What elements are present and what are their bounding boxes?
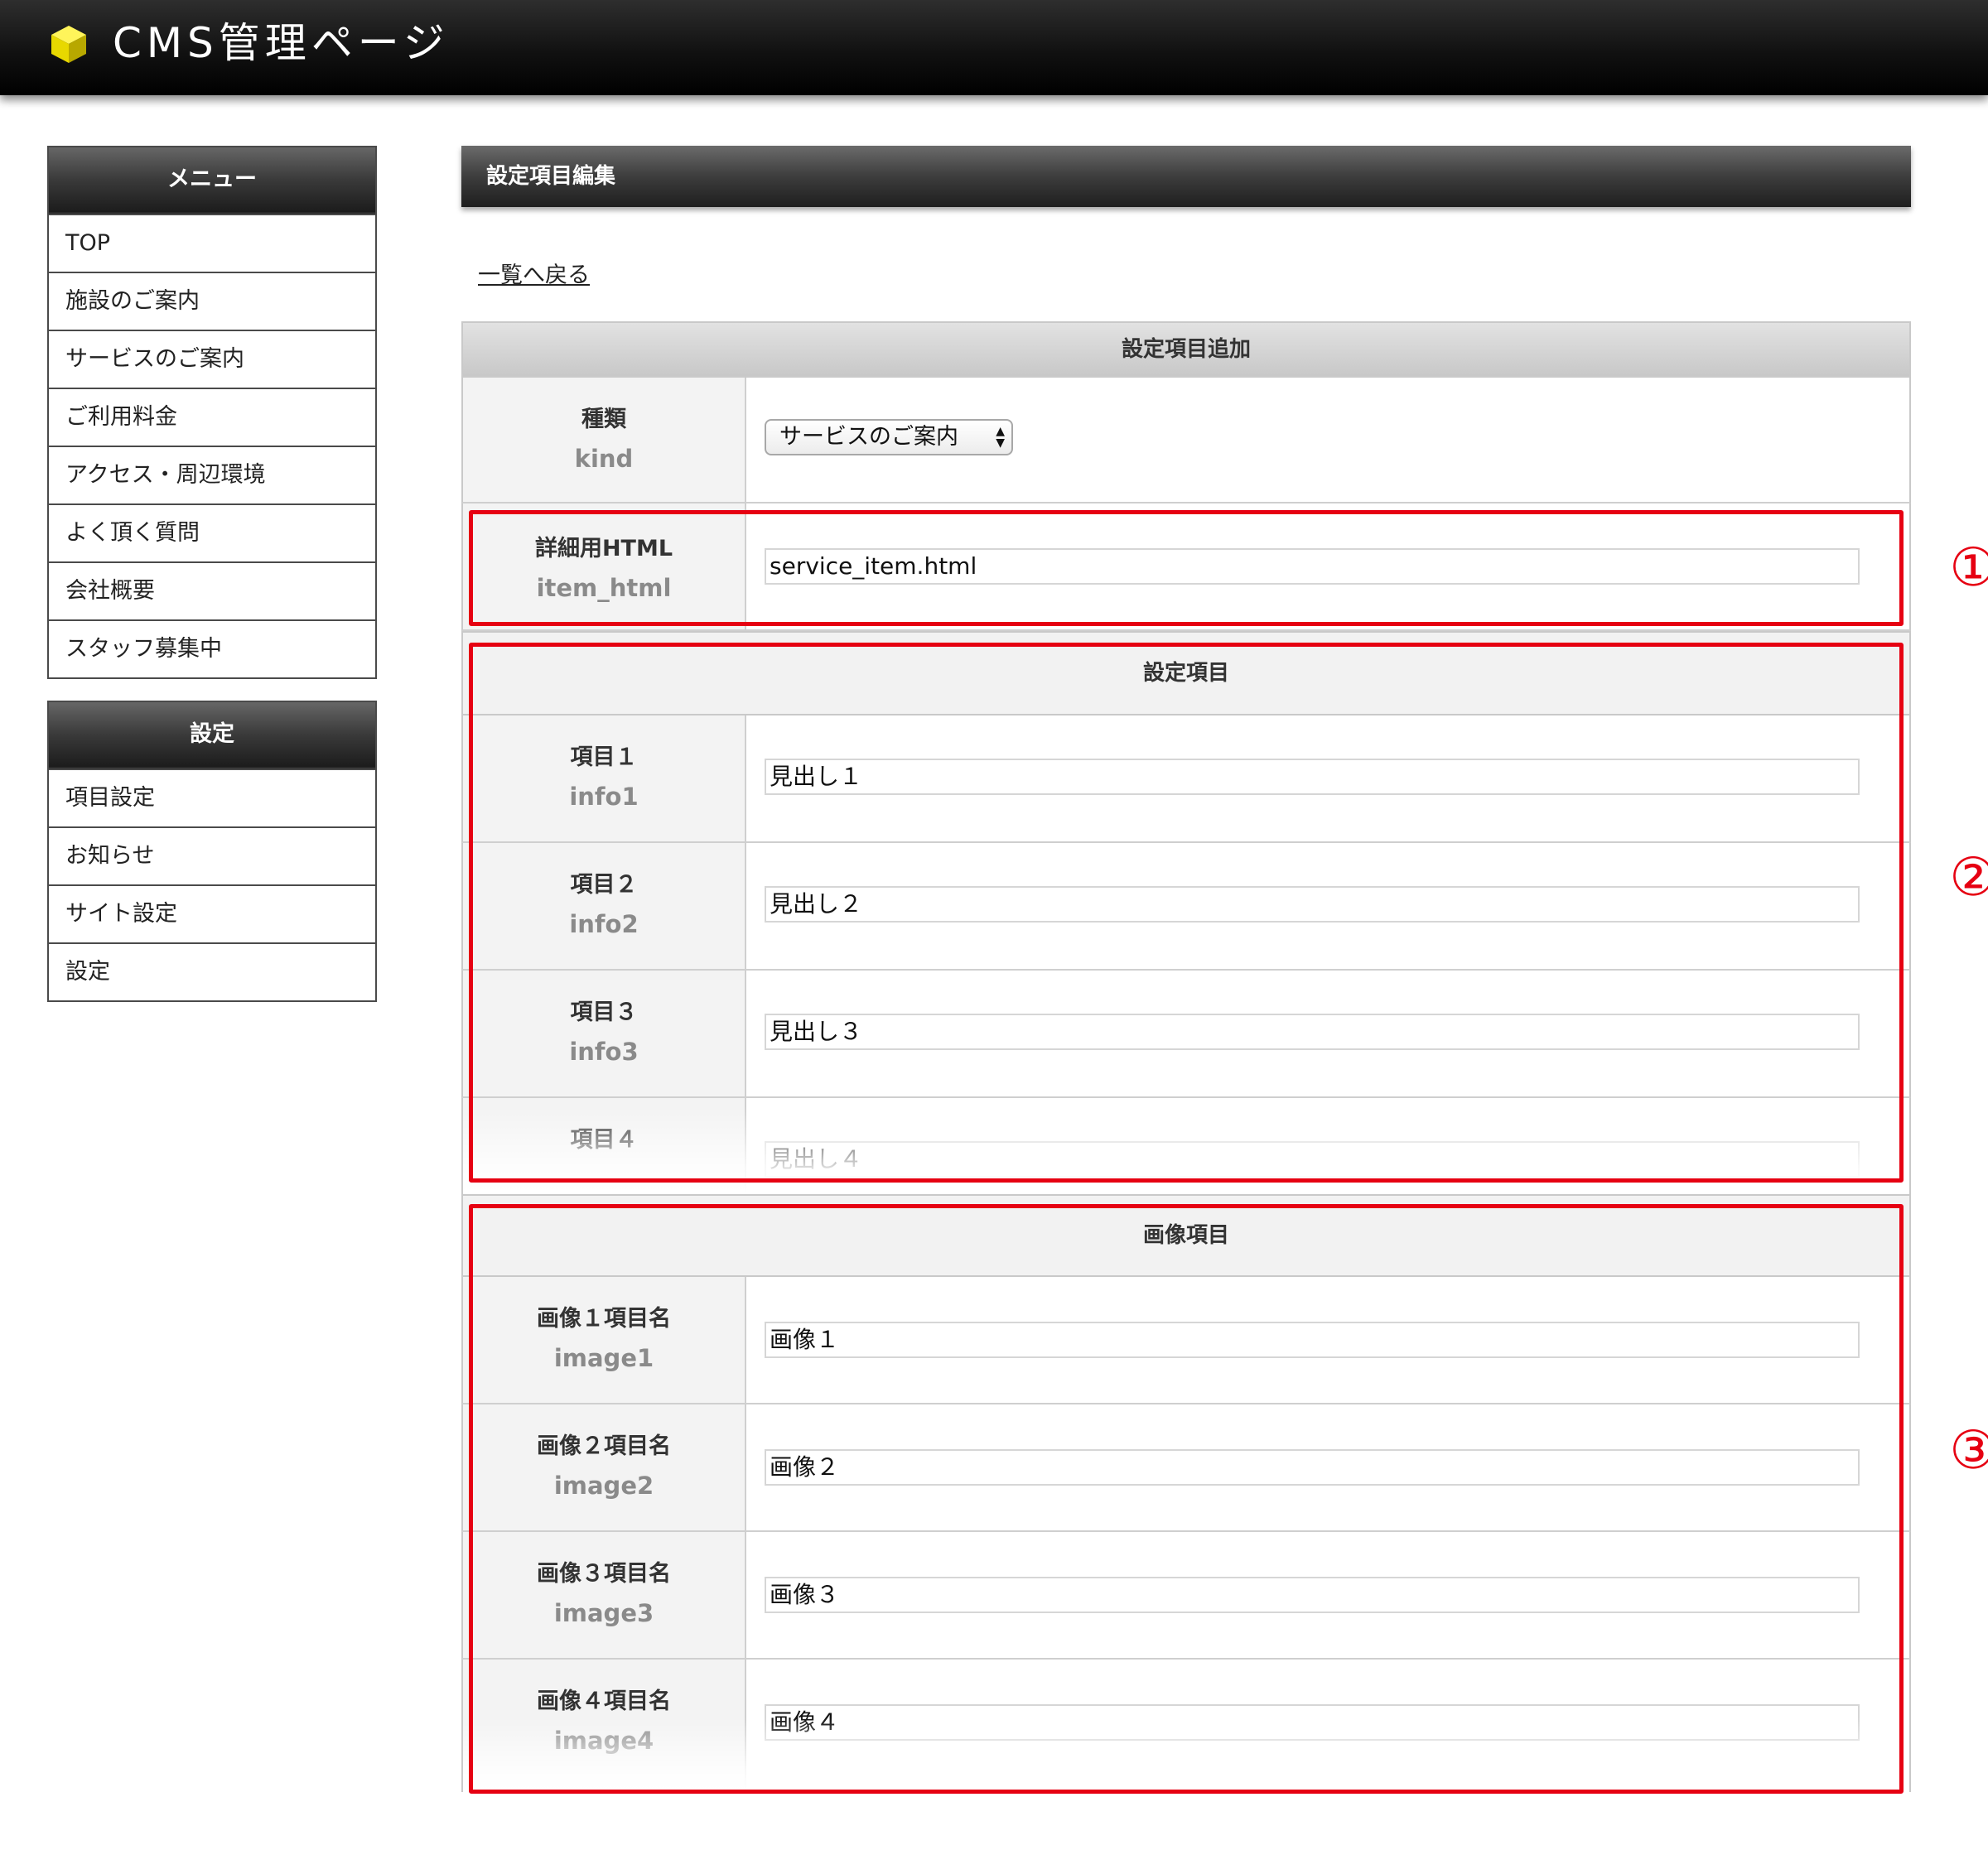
- field-label: 画像２項目名: [537, 1433, 671, 1459]
- kind-select-value: サービスのご案内: [779, 424, 958, 450]
- field-key: image1: [553, 1344, 654, 1372]
- sidebar-item-facility[interactable]: 施設のご案内: [49, 272, 375, 330]
- form-label-cell: 画像２項目名 image2: [463, 1404, 746, 1530]
- field-key: image4: [553, 1727, 654, 1755]
- form-value-cell: 見出し１: [746, 715, 1909, 841]
- annotation-marker-3: ③: [1949, 1420, 1988, 1481]
- sidebar-item-company[interactable]: 会社概要: [49, 561, 375, 619]
- field-key: kind: [574, 445, 634, 473]
- form-value-cell: 画像４: [746, 1660, 1909, 1792]
- sidebar-item-settings[interactable]: 設定: [49, 942, 375, 1000]
- form-label-cell: 詳細用HTML item_html: [463, 503, 746, 629]
- form-label-cell: 項目３ info3: [463, 971, 746, 1096]
- field-label: 画像３項目名: [537, 1561, 671, 1587]
- form-value-cell: 画像２: [746, 1404, 1909, 1530]
- sidebar-item-access[interactable]: アクセス・周辺環境: [49, 446, 375, 503]
- form-value-cell: 画像１: [746, 1277, 1909, 1403]
- sidebar-item-top[interactable]: TOP: [49, 214, 375, 272]
- field-label: 項目４: [570, 1127, 638, 1153]
- app-header: CMS管理ページ: [0, 0, 1988, 95]
- field-key: info3: [569, 1038, 639, 1066]
- back-to-list-link[interactable]: 一覧へ戻る: [478, 257, 590, 289]
- form-row-info1: 項目１ info1 見出し１: [461, 715, 1911, 843]
- form-label-cell: 種類 kind: [463, 378, 746, 502]
- form-label-cell: 画像３項目名 image3: [463, 1532, 746, 1658]
- yellow-cube-icon: [51, 26, 86, 63]
- form-label-cell: 画像４項目名 image4: [463, 1660, 746, 1792]
- form-title: 設定項目追加: [461, 321, 1911, 378]
- field-label: 画像４項目名: [537, 1689, 671, 1714]
- form-row-image1: 画像１項目名 image1 画像１: [461, 1277, 1911, 1404]
- page-title: 設定項目編集: [461, 146, 1911, 207]
- form-label-cell: 項目２ info2: [463, 843, 746, 969]
- field-label: 画像１項目名: [537, 1306, 671, 1332]
- form-value-cell: 画像３: [746, 1532, 1909, 1658]
- form-row-image4: 画像４項目名 image4 画像４: [461, 1660, 1911, 1792]
- form-row-image3: 画像３項目名 image3 画像３: [461, 1532, 1911, 1660]
- form-label-cell: 項目１ info1: [463, 715, 746, 841]
- field-label: 項目１: [570, 744, 638, 770]
- image4-input[interactable]: 画像４: [765, 1704, 1860, 1741]
- form-label-cell: 画像１項目名 image1: [463, 1277, 746, 1403]
- sidebar-settings: 設定 項目設定 お知らせ サイト設定 設定: [47, 701, 377, 1002]
- form-row-image2: 画像２項目名 image2 画像２: [461, 1404, 1911, 1532]
- image2-input[interactable]: 画像２: [765, 1449, 1860, 1486]
- form-value-cell: 見出し４: [746, 1098, 1909, 1194]
- image1-input[interactable]: 画像１: [765, 1322, 1860, 1358]
- form-row-info3: 項目３ info3 見出し３: [461, 971, 1911, 1098]
- image-section-title: 画像項目: [461, 1194, 1911, 1277]
- form-row-kind: 種類 kind サービスのご案内 ▲ ▼: [461, 378, 1911, 503]
- field-label: 種類: [581, 407, 626, 432]
- sidebar-item-faq[interactable]: よく頂く質問: [49, 503, 375, 561]
- sidebar-item-site-settings[interactable]: サイト設定: [49, 884, 375, 942]
- field-label: 詳細用HTML: [534, 536, 673, 561]
- info3-input[interactable]: 見出し３: [765, 1014, 1860, 1050]
- field-key: info2: [569, 910, 639, 938]
- kind-select[interactable]: サービスのご案内 ▲ ▼: [765, 419, 1013, 455]
- field-key: image3: [553, 1599, 654, 1627]
- sidebar-item-recruit[interactable]: スタッフ募集中: [49, 619, 375, 677]
- info2-input[interactable]: 見出し２: [765, 886, 1860, 923]
- form-row-info4: 項目４ 見出し４: [461, 1098, 1911, 1194]
- settings-section-title: 設定項目: [461, 631, 1911, 715]
- field-label: 項目２: [570, 872, 638, 898]
- form-value-cell: サービスのご案内 ▲ ▼: [746, 378, 1909, 502]
- sidebar-settings-heading: 設定: [49, 702, 375, 768]
- form-value-cell: 見出し２: [746, 843, 1909, 969]
- sidebar-item-news[interactable]: お知らせ: [49, 826, 375, 884]
- form-row-item-html: 詳細用HTML item_html service_item.html: [461, 503, 1911, 631]
- annotation-marker-2: ②: [1949, 847, 1988, 908]
- image3-input[interactable]: 画像３: [765, 1577, 1860, 1613]
- info1-input[interactable]: 見出し１: [765, 759, 1860, 795]
- info4-input[interactable]: 見出し４: [765, 1141, 1860, 1178]
- sidebar-menu-heading: メニュー: [49, 147, 375, 214]
- annotation-marker-1: ①: [1949, 537, 1988, 599]
- form-label-cell: 項目４: [463, 1098, 746, 1194]
- form-value-cell: 見出し３: [746, 971, 1909, 1096]
- field-key: info1: [569, 783, 639, 811]
- form-value-cell: service_item.html: [746, 503, 1909, 629]
- field-label: 項目３: [570, 1000, 638, 1025]
- item-html-input[interactable]: service_item.html: [765, 548, 1860, 585]
- form-row-info2: 項目２ info2 見出し２: [461, 843, 1911, 971]
- sidebar-item-item-settings[interactable]: 項目設定: [49, 768, 375, 826]
- field-key: image2: [553, 1472, 654, 1500]
- sidebar-menu: メニュー TOP 施設のご案内 サービスのご案内 ご利用料金 アクセス・周辺環境…: [47, 146, 377, 679]
- sidebar-item-pricing[interactable]: ご利用料金: [49, 388, 375, 446]
- select-arrows-icon: ▲ ▼: [996, 425, 1005, 450]
- sidebar-item-service[interactable]: サービスのご案内: [49, 330, 375, 388]
- app-title: CMS管理ページ: [113, 19, 450, 67]
- field-key: item_html: [536, 574, 672, 602]
